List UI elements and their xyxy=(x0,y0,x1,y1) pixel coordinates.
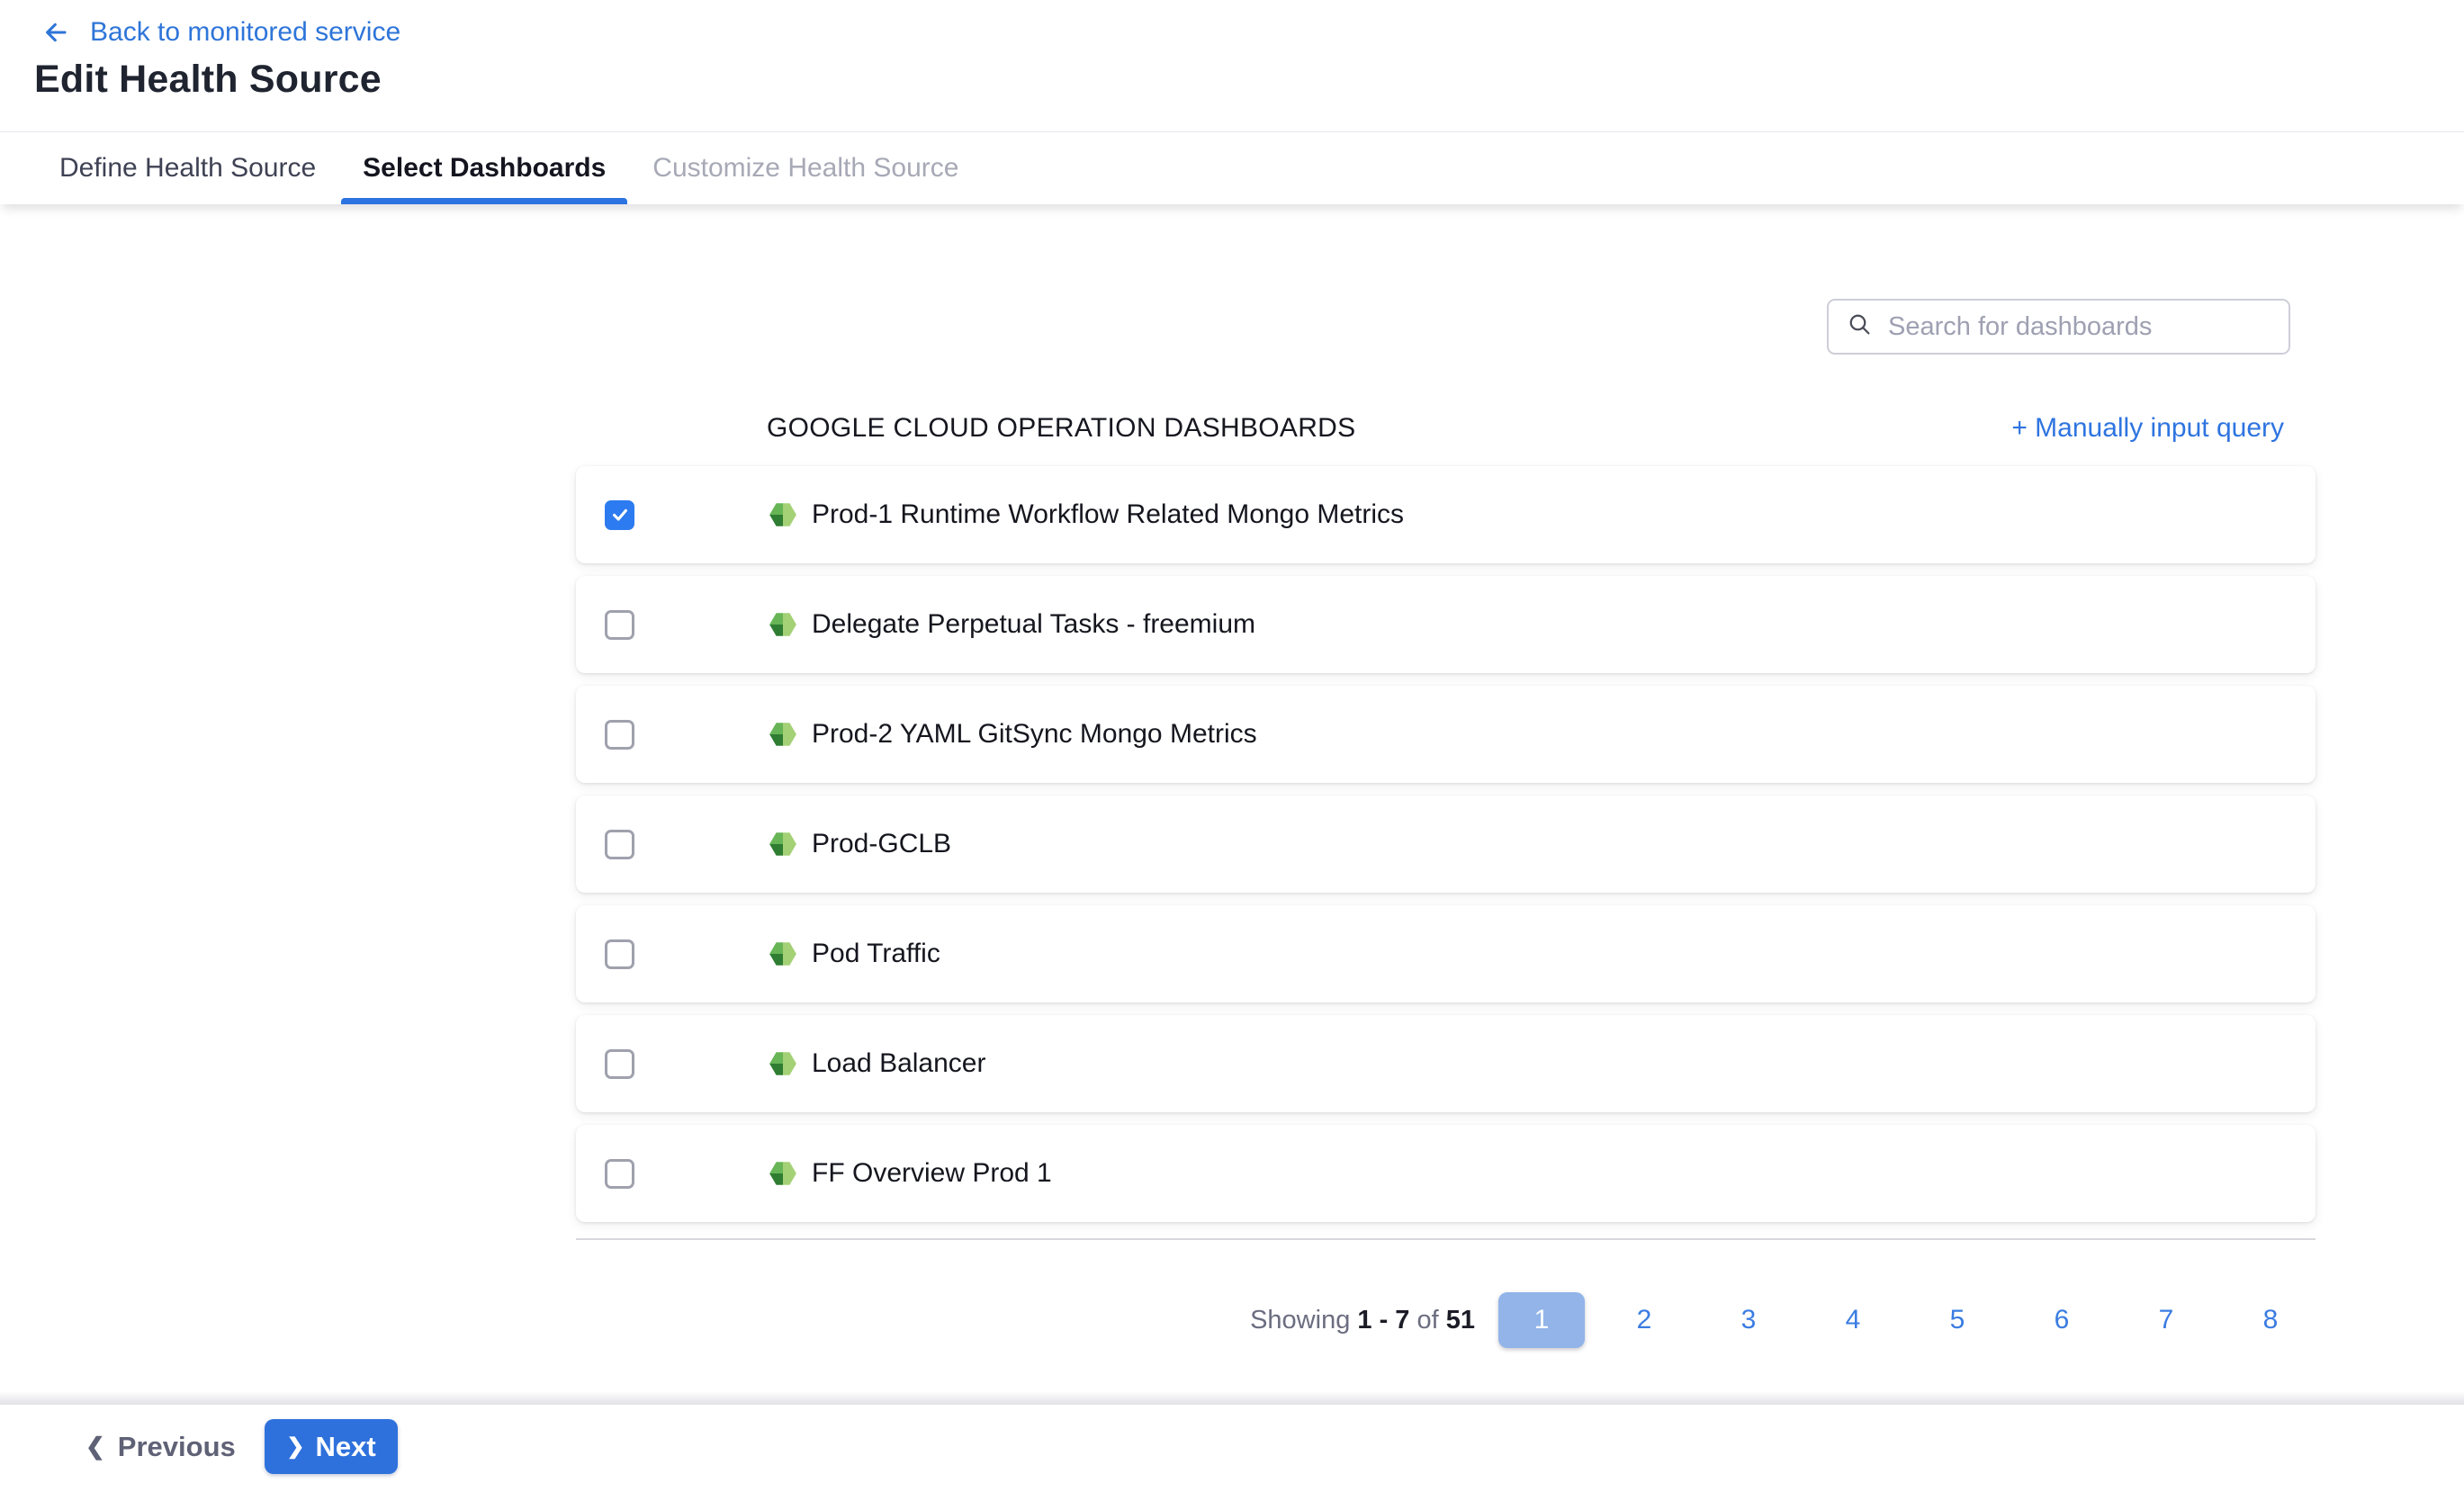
page-header: Back to monitored service Edit Health So… xyxy=(0,0,2464,131)
tab-select-dashboards[interactable]: Select Dashboards xyxy=(339,132,629,204)
dashboard-row[interactable]: Prod-GCLB xyxy=(576,795,2316,893)
dashboard-label: Pod Traffic xyxy=(812,939,940,969)
page-button-2[interactable]: 2 xyxy=(1599,1292,1689,1348)
dashboard-label: Prod-2 YAML GitSync Mongo Metrics xyxy=(812,719,1257,750)
page-button-3[interactable]: 3 xyxy=(1704,1292,1794,1348)
dashboard-row[interactable]: Load Balancer xyxy=(576,1015,2316,1112)
page-button-6[interactable]: 6 xyxy=(2017,1292,2107,1348)
dashboard-label: FF Overview Prod 1 xyxy=(812,1158,1052,1189)
dashboard-row[interactable]: Pod Traffic xyxy=(576,905,2316,1002)
back-to-monitored-service-link[interactable]: Back to monitored service xyxy=(38,13,400,52)
back-arrow-icon xyxy=(38,18,74,47)
previous-button[interactable]: ❮ Previous xyxy=(85,1419,236,1474)
section-title: GOOGLE CLOUD OPERATION DASHBOARDS xyxy=(767,413,1355,444)
next-button[interactable]: ❯ Next xyxy=(265,1419,398,1474)
chevron-left-icon: ❮ xyxy=(85,1433,105,1461)
section-header-row: GOOGLE CLOUD OPERATION DASHBOARDS + Manu… xyxy=(767,400,2284,456)
footer-bar: ❮ Previous ❯ Next xyxy=(0,1405,2464,1492)
check-icon xyxy=(610,505,630,525)
dashboard-checkbox[interactable] xyxy=(605,720,634,750)
dashboard-label: Load Balancer xyxy=(812,1048,985,1079)
page-button-4[interactable]: 4 xyxy=(1808,1292,1898,1348)
dashboard-row[interactable]: Prod-2 YAML GitSync Mongo Metrics xyxy=(576,686,2316,783)
pagination: Showing 1 - 7 of 51 1 2 3 4 5 6 7 8 xyxy=(576,1292,2316,1348)
manually-input-query-link[interactable]: + Manually input query xyxy=(2011,413,2284,444)
chevron-right-icon: ❯ xyxy=(286,1434,304,1460)
tab-define-health-source[interactable]: Define Health Source xyxy=(36,132,339,204)
dashboard-checkbox[interactable] xyxy=(605,1159,634,1189)
tab-content: GOOGLE CLOUD OPERATION DASHBOARDS + Manu… xyxy=(0,204,2464,1405)
dashboard-hexagon-icon xyxy=(768,1048,798,1079)
page-button-5[interactable]: 5 xyxy=(1912,1292,2002,1348)
dashboard-hexagon-icon xyxy=(768,609,798,640)
dashboard-checkbox[interactable] xyxy=(605,1049,634,1079)
dashboard-checkbox[interactable] xyxy=(605,939,634,969)
tab-bar: Define Health Source Select Dashboards C… xyxy=(0,131,2464,204)
dashboard-search xyxy=(1827,299,2290,355)
dashboard-hexagon-icon xyxy=(768,499,798,530)
dashboard-label: Prod-GCLB xyxy=(812,829,951,859)
pagination-total: 51 xyxy=(1446,1306,1475,1335)
dashboard-checkbox[interactable] xyxy=(605,610,634,640)
pagination-range: 1 - 7 xyxy=(1357,1306,1409,1335)
dashboard-checkbox[interactable] xyxy=(605,830,634,859)
dashboard-list: Prod-1 Runtime Workflow Related Mongo Me… xyxy=(576,466,2316,1240)
page-button-7[interactable]: 7 xyxy=(2121,1292,2211,1348)
dashboard-row[interactable]: FF Overview Prod 1 xyxy=(576,1125,2316,1222)
pagination-summary: Showing 1 - 7 of 51 xyxy=(1250,1306,1475,1335)
dashboard-row[interactable]: Prod-1 Runtime Workflow Related Mongo Me… xyxy=(576,466,2316,563)
dashboard-checkbox[interactable] xyxy=(605,500,634,530)
dashboard-label: Prod-1 Runtime Workflow Related Mongo Me… xyxy=(812,499,1404,530)
page-title: Edit Health Source xyxy=(34,58,382,102)
back-link-label: Back to monitored service xyxy=(90,17,400,48)
dashboard-hexagon-icon xyxy=(768,829,798,859)
tab-customize-health-source[interactable]: Customize Health Source xyxy=(629,132,982,204)
dashboard-row[interactable]: Delegate Perpetual Tasks - freemium xyxy=(576,576,2316,673)
page-button-1[interactable]: 1 xyxy=(1498,1292,1585,1348)
page-button-8[interactable]: 8 xyxy=(2226,1292,2316,1348)
search-icon xyxy=(1847,311,1874,343)
dashboard-hexagon-icon xyxy=(768,939,798,969)
dashboard-hexagon-icon xyxy=(768,719,798,750)
dashboard-hexagon-icon xyxy=(768,1158,798,1189)
dashboard-label: Delegate Perpetual Tasks - freemium xyxy=(812,609,1255,640)
search-input[interactable] xyxy=(1888,312,2271,342)
list-bottom-divider xyxy=(576,1238,2316,1240)
